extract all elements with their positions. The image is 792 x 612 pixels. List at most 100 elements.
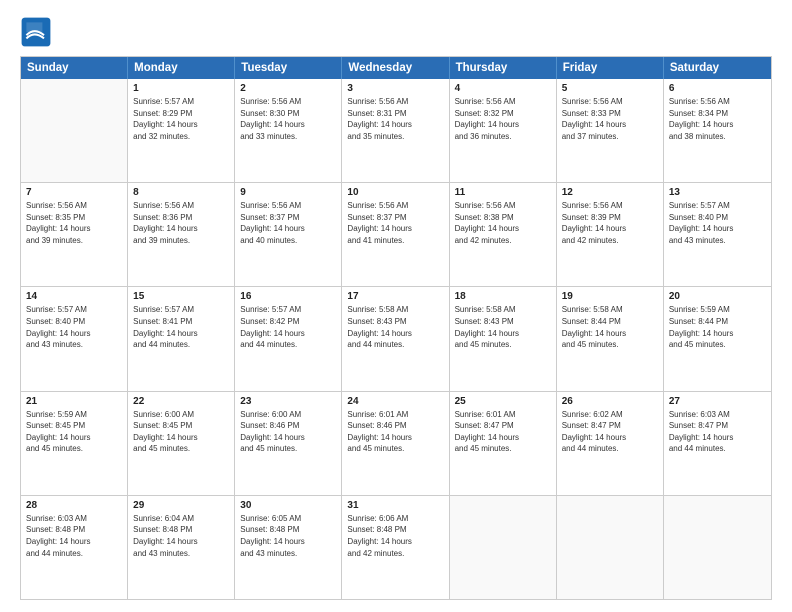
cell-line: Daylight: 14 hours xyxy=(240,119,336,131)
calendar-cell-day-1: 1Sunrise: 5:57 AMSunset: 8:29 PMDaylight… xyxy=(128,79,235,182)
cell-line: Sunrise: 6:03 AM xyxy=(669,409,766,421)
day-number: 9 xyxy=(240,187,336,198)
day-number: 16 xyxy=(240,291,336,302)
day-number: 18 xyxy=(455,291,551,302)
cell-line: Daylight: 14 hours xyxy=(455,328,551,340)
cell-line: Sunrise: 5:58 AM xyxy=(347,304,443,316)
cell-line: and 37 minutes. xyxy=(562,131,658,143)
header-day-monday: Monday xyxy=(128,57,235,79)
cell-line: Daylight: 14 hours xyxy=(669,432,766,444)
cell-line: Sunset: 8:48 PM xyxy=(347,524,443,536)
cell-line: Sunrise: 6:04 AM xyxy=(133,513,229,525)
calendar-cell-day-19: 19Sunrise: 5:58 AMSunset: 8:44 PMDayligh… xyxy=(557,287,664,390)
cell-line: Daylight: 14 hours xyxy=(347,328,443,340)
cell-line: Daylight: 14 hours xyxy=(347,536,443,548)
cell-line: and 45 minutes. xyxy=(347,443,443,455)
day-number: 17 xyxy=(347,291,443,302)
cell-line: Sunset: 8:47 PM xyxy=(455,420,551,432)
cell-line: Daylight: 14 hours xyxy=(240,536,336,548)
cell-line: Daylight: 14 hours xyxy=(562,432,658,444)
calendar-cell-day-12: 12Sunrise: 5:56 AMSunset: 8:39 PMDayligh… xyxy=(557,183,664,286)
day-number: 6 xyxy=(669,83,766,94)
cell-line: Daylight: 14 hours xyxy=(26,536,122,548)
cell-line: Sunrise: 5:56 AM xyxy=(347,96,443,108)
calendar-cell-day-9: 9Sunrise: 5:56 AMSunset: 8:37 PMDaylight… xyxy=(235,183,342,286)
cell-line: Sunrise: 5:56 AM xyxy=(240,200,336,212)
cell-line: Sunrise: 6:06 AM xyxy=(347,513,443,525)
day-number: 22 xyxy=(133,396,229,407)
cell-line: and 42 minutes. xyxy=(562,235,658,247)
day-number: 26 xyxy=(562,396,658,407)
calendar-cell-day-2: 2Sunrise: 5:56 AMSunset: 8:30 PMDaylight… xyxy=(235,79,342,182)
cell-line: Daylight: 14 hours xyxy=(455,223,551,235)
day-number: 1 xyxy=(133,83,229,94)
cell-line: Sunset: 8:29 PM xyxy=(133,108,229,120)
cell-line: Sunrise: 6:00 AM xyxy=(240,409,336,421)
cell-line: Daylight: 14 hours xyxy=(347,119,443,131)
cell-line: and 44 minutes. xyxy=(240,339,336,351)
cell-line: Sunset: 8:42 PM xyxy=(240,316,336,328)
calendar-cell-day-25: 25Sunrise: 6:01 AMSunset: 8:47 PMDayligh… xyxy=(450,392,557,495)
cell-line: and 44 minutes. xyxy=(347,339,443,351)
day-number: 11 xyxy=(455,187,551,198)
cell-line: Sunset: 8:46 PM xyxy=(347,420,443,432)
cell-line: Daylight: 14 hours xyxy=(562,223,658,235)
cell-line: and 44 minutes. xyxy=(562,443,658,455)
calendar-cell-day-27: 27Sunrise: 6:03 AMSunset: 8:47 PMDayligh… xyxy=(664,392,771,495)
cell-line: and 39 minutes. xyxy=(133,235,229,247)
calendar-cell-day-8: 8Sunrise: 5:56 AMSunset: 8:36 PMDaylight… xyxy=(128,183,235,286)
cell-line: Daylight: 14 hours xyxy=(240,432,336,444)
cell-line: Sunset: 8:37 PM xyxy=(240,212,336,224)
calendar-cell-day-26: 26Sunrise: 6:02 AMSunset: 8:47 PMDayligh… xyxy=(557,392,664,495)
cell-line: Daylight: 14 hours xyxy=(133,536,229,548)
cell-line: and 43 minutes. xyxy=(26,339,122,351)
cell-line: Sunrise: 5:58 AM xyxy=(562,304,658,316)
cell-line: Sunrise: 5:56 AM xyxy=(455,200,551,212)
calendar-cell-day-7: 7Sunrise: 5:56 AMSunset: 8:35 PMDaylight… xyxy=(21,183,128,286)
cell-line: and 42 minutes. xyxy=(347,548,443,560)
cell-line: Sunset: 8:40 PM xyxy=(669,212,766,224)
header-day-thursday: Thursday xyxy=(450,57,557,79)
cell-line: and 39 minutes. xyxy=(26,235,122,247)
calendar-cell-empty xyxy=(21,79,128,182)
calendar-cell-day-23: 23Sunrise: 6:00 AMSunset: 8:46 PMDayligh… xyxy=(235,392,342,495)
calendar-cell-day-31: 31 Sunrise: 6:06 AMSunset: 8:48 PMDayligh… xyxy=(342,496,449,599)
cell-line: Sunset: 8:43 PM xyxy=(347,316,443,328)
day-number: 10 xyxy=(347,187,443,198)
cell-line: Sunset: 8:30 PM xyxy=(240,108,336,120)
cell-line: Sunset: 8:44 PM xyxy=(669,316,766,328)
day-number: 24 xyxy=(347,396,443,407)
day-number: 30 xyxy=(240,500,336,511)
cell-line: Sunrise: 5:56 AM xyxy=(455,96,551,108)
logo-icon xyxy=(20,16,52,48)
cell-line: Sunrise: 6:01 AM xyxy=(347,409,443,421)
calendar-header: SundayMondayTuesdayWednesdayThursdayFrid… xyxy=(21,57,771,79)
calendar-cell-day-6: 6Sunrise: 5:56 AMSunset: 8:34 PMDaylight… xyxy=(664,79,771,182)
cell-line: Sunrise: 5:56 AM xyxy=(562,200,658,212)
cell-line: Daylight: 14 hours xyxy=(347,223,443,235)
cell-line: Sunrise: 6:02 AM xyxy=(562,409,658,421)
cell-line: Daylight: 14 hours xyxy=(669,328,766,340)
cell-line: and 45 minutes. xyxy=(26,443,122,455)
cell-line: Daylight: 14 hours xyxy=(26,432,122,444)
cell-line: Sunrise: 5:56 AM xyxy=(562,96,658,108)
cell-line: and 45 minutes. xyxy=(455,339,551,351)
header-day-sunday: Sunday xyxy=(21,57,128,79)
header-day-friday: Friday xyxy=(557,57,664,79)
cell-line: Sunrise: 6:05 AM xyxy=(240,513,336,525)
day-number: 31 xyxy=(347,500,443,511)
cell-line: and 32 minutes. xyxy=(133,131,229,143)
day-number: 14 xyxy=(26,291,122,302)
cell-line: Sunrise: 5:56 AM xyxy=(669,96,766,108)
day-number: 20 xyxy=(669,291,766,302)
cell-line: Daylight: 14 hours xyxy=(133,119,229,131)
cell-line: Daylight: 14 hours xyxy=(347,432,443,444)
calendar-cell-day-14: 14Sunrise: 5:57 AMSunset: 8:40 PMDayligh… xyxy=(21,287,128,390)
cell-line: Daylight: 14 hours xyxy=(26,328,122,340)
cell-line: Sunrise: 5:57 AM xyxy=(133,304,229,316)
page: SundayMondayTuesdayWednesdayThursdayFrid… xyxy=(0,0,792,612)
calendar-row-0: 1Sunrise: 5:57 AMSunset: 8:29 PMDaylight… xyxy=(21,79,771,182)
cell-line: Sunset: 8:47 PM xyxy=(669,420,766,432)
cell-line: and 42 minutes. xyxy=(455,235,551,247)
cell-line: and 36 minutes. xyxy=(455,131,551,143)
